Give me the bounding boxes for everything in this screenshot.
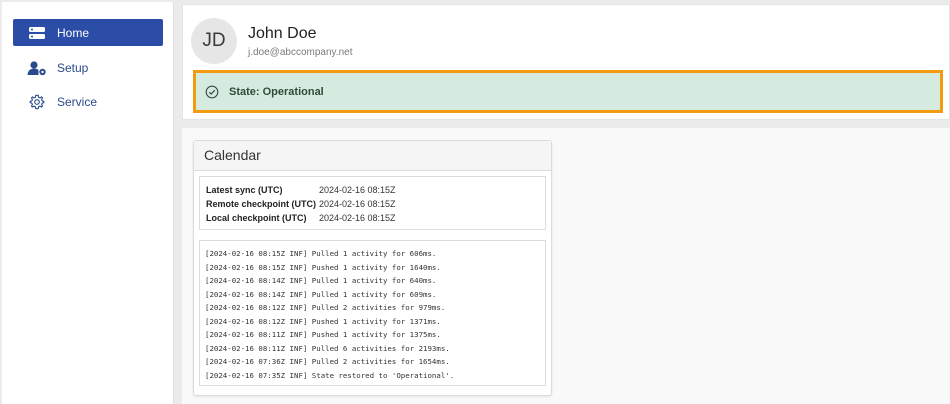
sidebar-item-label: Home xyxy=(57,25,90,40)
sync-row: Latest sync (UTC) 2024-02-16 08:15Z xyxy=(206,183,545,197)
check-circle-icon xyxy=(205,85,219,98)
home-server-icon xyxy=(27,25,47,41)
log-line: [2024-02-16 08:15Z INF] Pushed 1 activit… xyxy=(205,262,441,272)
avatar: JD xyxy=(191,18,237,64)
sidebar-item-home[interactable]: Home xyxy=(13,19,163,46)
log-line: [2024-02-16 08:14Z INF] Pulled 1 activit… xyxy=(205,276,437,285)
sidebar-item-setup[interactable]: Setup xyxy=(13,54,163,81)
sync-info: Latest sync (UTC) 2024-02-16 08:15Z Remo… xyxy=(199,176,546,230)
calendar-title: Calendar xyxy=(194,141,551,171)
sync-label: Local checkpoint (UTC) xyxy=(206,213,307,223)
user-email: j.doe@abccompany.net xyxy=(248,47,353,58)
log-line: [2024-02-16 08:15Z INF] Pulled 1 activit… xyxy=(205,249,437,258)
user-settings-icon xyxy=(27,60,47,76)
log-line: [2024-02-16 07:36Z INF] Pulled 2 activit… xyxy=(205,357,450,366)
gear-icon xyxy=(27,94,47,110)
log-line: [2024-02-16 07:35Z INF] State restored t… xyxy=(205,370,455,380)
activity-log[interactable]: [2024-02-16 08:15Z INF] Pulled 1 activit… xyxy=(199,240,546,386)
log-line: [2024-02-16 08:12Z INF] Pulled 2 activit… xyxy=(205,303,446,312)
status-banner: State: Operational xyxy=(193,70,943,113)
sidebar: Home Setup Service xyxy=(2,2,174,404)
sidebar-item-label: Service xyxy=(57,94,98,109)
sync-label: Remote checkpoint (UTC) xyxy=(206,199,317,209)
log-line: [2024-02-16 08:12Z INF] Pushed 1 activit… xyxy=(205,316,441,326)
log-line: [2024-02-16 08:14Z INF] Pulled 1 activit… xyxy=(205,289,437,299)
user-name: John Doe xyxy=(248,25,317,42)
sync-value: 2024-02-16 08:15Z xyxy=(319,213,396,223)
profile-header: JD John Doe j.doe@abccompany.net State: … xyxy=(182,4,950,120)
sync-label: Latest sync (UTC) xyxy=(206,185,283,195)
sync-value: 2024-02-16 08:15Z xyxy=(319,185,396,195)
sync-row: Remote checkpoint (UTC) 2024-02-16 08:15… xyxy=(206,197,545,211)
log-line: [2024-02-16 08:11Z INF] Pushed 1 activit… xyxy=(205,330,441,339)
sidebar-item-service[interactable]: Service xyxy=(13,88,163,115)
log-line: [2024-02-16 08:11Z INF] Pulled 6 activit… xyxy=(205,343,450,353)
calendar-panel: Calendar Latest sync (UTC) 2024-02-16 08… xyxy=(193,140,552,396)
sidebar-item-label: Setup xyxy=(57,60,89,75)
status-text: State: Operational xyxy=(229,85,324,98)
sync-row: Local checkpoint (UTC) 2024-02-16 08:15Z xyxy=(206,211,545,225)
sync-value: 2024-02-16 08:15Z xyxy=(319,199,396,209)
